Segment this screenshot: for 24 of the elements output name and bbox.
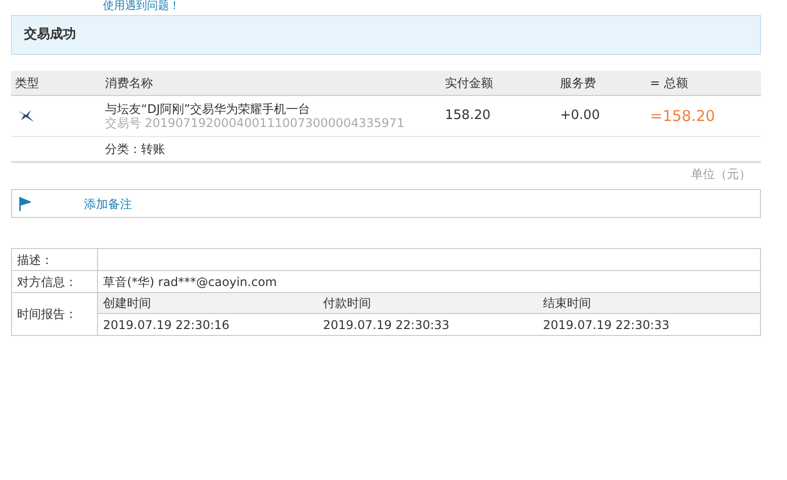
amount-paid: 158.20 xyxy=(445,107,492,126)
total-amount: =158.20 xyxy=(650,106,716,127)
category-text: 分类：转账 xyxy=(105,141,165,158)
description-label: 描述： xyxy=(12,249,98,270)
time-header: 创建时间 xyxy=(102,295,152,312)
column-header: = 总额 xyxy=(650,75,689,92)
help-link[interactable]: 使用遇到问题！ xyxy=(103,0,180,12)
service-fee: +0.00 xyxy=(560,107,601,126)
column-header: 类型 xyxy=(14,75,40,92)
counterparty-value: 草音(*华) rad***@caoyin.com xyxy=(102,274,278,290)
column-header: 服务费 xyxy=(560,75,597,92)
column-header: 消费名称 xyxy=(105,75,154,92)
column-header: 实付金额 xyxy=(445,75,494,92)
add-remark-link[interactable]: 添加备注 xyxy=(84,194,132,212)
time-value: 2019.07.19 22:30:33 xyxy=(322,316,450,334)
time-value: 2019.07.19 22:30:16 xyxy=(102,316,230,334)
trade-number: 交易号 2019071920004001110073000004335971 xyxy=(105,116,406,130)
counterparty-label: 对方信息： xyxy=(12,271,98,292)
time-value: 2019.07.19 22:30:33 xyxy=(542,316,670,334)
transaction-name: 与坛友“DJ阿刚”交易华为荣耀手机一台 xyxy=(105,102,312,116)
unit-text: 单位（元） xyxy=(691,166,751,183)
status-title: 交易成功 xyxy=(24,26,76,44)
time-header: 付款时间 xyxy=(322,295,372,312)
time-header: 结束时间 xyxy=(542,295,592,312)
